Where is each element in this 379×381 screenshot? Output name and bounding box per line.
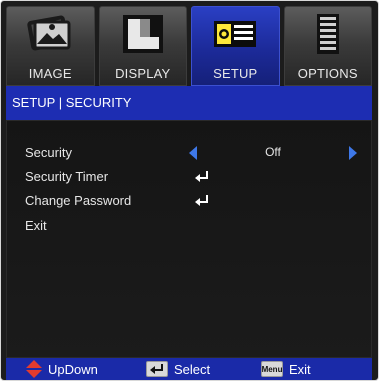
options-icon [316,14,339,54]
hint-select-label: Select [174,361,211,377]
tab-display[interactable]: DISPLAY [98,6,187,86]
tab-bar: IMAGE DISPLAY SETUP OPTIONS [6,6,372,86]
footer-hint-bar: UpDown Select Menu Exit [6,358,372,380]
security-timer-label: Security Timer [25,169,109,184]
tab-options-label: OPTIONS [297,66,358,81]
exit-label: Exit [25,218,47,233]
osd-menu-window: IMAGE DISPLAY SETUP OPTIONS SETUP | SECU… [0,0,379,381]
tab-display-label: DISPLAY [115,66,171,81]
menu-key-icon: Menu [261,361,283,377]
tab-setup[interactable]: SETUP [191,6,280,86]
hint-updown-label: UpDown [48,361,98,377]
breadcrumb-bar: SETUP | SECURITY [6,86,372,120]
setup-icon [214,21,257,47]
menu-item-exit[interactable]: Exit [7,215,371,239]
security-value: Off [265,145,281,159]
updown-arrows-icon [26,360,42,378]
breadcrumb: SETUP | SECURITY [12,95,132,110]
tab-setup-label: SETUP [213,66,258,81]
menu-item-security-timer[interactable]: Security Timer [7,166,371,190]
enter-icon [195,195,208,206]
hint-updown: UpDown [26,358,98,380]
hint-exit-label: Exit [289,361,311,377]
menu-content: Security Off Security Timer Change Passw… [6,120,372,358]
enter-key-icon [146,361,168,377]
tab-image-label: IMAGE [28,66,72,81]
tab-image[interactable]: IMAGE [6,6,95,86]
change-password-label: Change Password [25,193,132,208]
menu-item-change-password[interactable]: Change Password [7,190,371,214]
tab-options[interactable]: OPTIONS [283,6,372,86]
enter-icon [195,171,208,182]
display-icon [122,15,163,53]
menu-key-label: Menu [261,364,283,374]
left-arrow-icon[interactable] [189,146,197,160]
right-arrow-icon[interactable] [349,146,357,160]
menu-item-security[interactable]: Security Off [7,142,371,166]
image-icon [27,15,71,51]
hint-select: Select [146,358,210,380]
hint-exit: Menu Exit [261,358,311,380]
security-label: Security [25,145,72,160]
